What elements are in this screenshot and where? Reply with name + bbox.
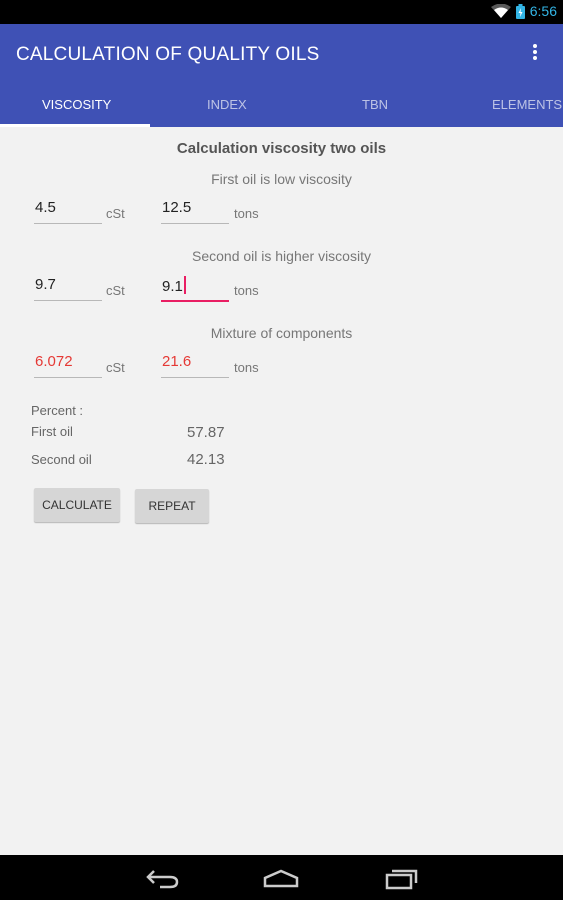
first-oil-amount-input[interactable]: 12.5 — [161, 197, 229, 224]
mixture-amount-field[interactable]: 21.6 — [161, 351, 229, 378]
text-cursor — [183, 276, 186, 294]
first-oil-percent-label: First oil — [31, 424, 73, 439]
first-oil-viscosity-input[interactable]: 4.5 — [34, 197, 102, 224]
wifi-icon — [490, 4, 511, 18]
status-time: 6:56 — [529, 3, 557, 19]
status-icons: 6:56 — [490, 3, 557, 19]
second-oil-amount-value: 9.1 — [162, 278, 183, 295]
mixture-viscosity-field[interactable]: 6.072 — [34, 351, 102, 378]
status-bar: 6:56 — [0, 0, 563, 24]
tab-tbn[interactable]: TBN — [362, 97, 388, 112]
second-oil-viscosity-value: 9.7 — [35, 276, 56, 293]
percent-label: Percent : — [31, 403, 84, 418]
second-oil-percent-value: 42.13 — [187, 451, 225, 468]
recents-icon[interactable] — [385, 866, 419, 890]
mixture-title: Mixture of components — [210, 325, 353, 341]
first-oil-title: First oil is low viscosity — [211, 171, 352, 187]
tab-index[interactable]: INDEX — [207, 97, 247, 112]
mixture-amount-value: 21.6 — [162, 353, 192, 370]
first-oil-percent-value: 57.87 — [187, 424, 225, 441]
app-title: CALCULATION OF QUALITY OILS — [16, 44, 320, 65]
back-icon[interactable] — [146, 867, 180, 889]
second-oil-amount-wrap: 9.1 — [162, 276, 186, 295]
second-oil-title: Second oil is higher viscosity — [192, 248, 371, 264]
repeat-button[interactable]: REPEAT — [135, 489, 209, 523]
first-oil-amount-value: 12.5 — [162, 199, 192, 216]
tab-elements[interactable]: ELEMENTS — [492, 97, 562, 112]
viscosity-panel: Calculation viscosity two oils First oil… — [0, 127, 563, 855]
page-heading: Calculation viscosity two oils — [176, 140, 387, 157]
mixture-viscosity-unit: cSt — [106, 360, 125, 375]
mixture-amount-unit: tons — [234, 360, 259, 375]
second-oil-percent-label: Second oil — [31, 452, 92, 467]
tab-viscosity[interactable]: VISCOSITY — [42, 97, 111, 112]
first-oil-viscosity-unit: cSt — [106, 206, 125, 221]
second-oil-viscosity-unit: cSt — [106, 283, 125, 298]
tab-bar: VISCOSITY INDEX TBN ELEMENTS — [0, 83, 563, 127]
second-oil-viscosity-input[interactable]: 9.7 — [34, 274, 102, 301]
battery-icon — [515, 3, 525, 19]
first-oil-viscosity-value: 4.5 — [35, 199, 56, 216]
more-vert-icon[interactable] — [525, 42, 545, 64]
navigation-bar — [0, 855, 563, 900]
mixture-viscosity-value: 6.072 — [35, 353, 73, 370]
home-icon[interactable] — [263, 868, 299, 888]
calculate-button[interactable]: CALCULATE — [34, 488, 120, 522]
second-oil-amount-unit: tons — [234, 283, 259, 298]
second-oil-amount-input[interactable]: 9.1 — [161, 274, 229, 302]
first-oil-amount-unit: tons — [234, 206, 259, 221]
app-bar: CALCULATION OF QUALITY OILS — [0, 24, 563, 83]
